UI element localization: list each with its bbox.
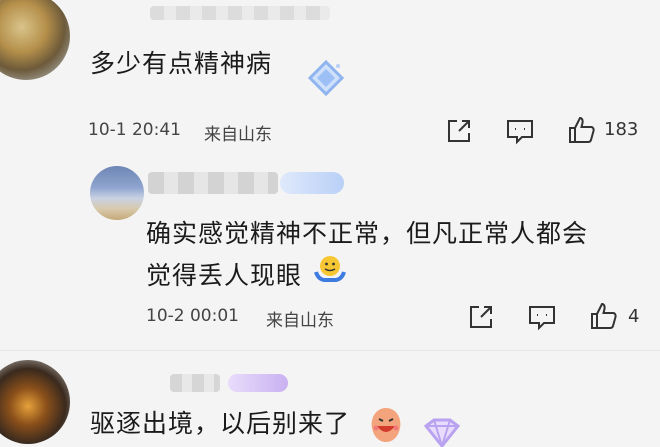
comment-text: 驱逐出境，以后别来了 — [90, 409, 351, 438]
avatar[interactable] — [0, 0, 70, 80]
username-blurred[interactable] — [150, 6, 330, 20]
username-blurred[interactable] — [148, 172, 278, 194]
share-icon[interactable] — [466, 302, 496, 332]
location: 来自山东 — [204, 125, 272, 145]
comment-text-line-1: 确实感觉精神不正常，但凡正常人都会 — [146, 219, 589, 248]
comment-text-line-2: 觉得丢人现眼 — [146, 261, 303, 290]
shrug-emoji-icon — [312, 252, 348, 288]
username-blurred[interactable] — [170, 374, 220, 392]
comment-icon[interactable] — [504, 116, 536, 146]
location: 来自山东 — [266, 311, 334, 331]
avatar[interactable] — [0, 360, 70, 444]
like-count: 183 — [604, 119, 639, 140]
level-badge — [280, 172, 344, 194]
diamond-badge-icon — [420, 416, 464, 447]
divider — [0, 350, 660, 351]
thumbs-up-icon[interactable] — [566, 114, 598, 146]
laugh-emoji-icon — [366, 404, 406, 444]
share-icon[interactable] — [444, 116, 474, 146]
comment-icon[interactable] — [526, 302, 558, 332]
like-count: 4 — [628, 306, 640, 327]
thumbs-up-icon[interactable] — [588, 300, 620, 332]
diamond-badge-icon — [306, 58, 346, 98]
timestamp: 10-2 00:01 — [146, 306, 239, 326]
comment-text: 多少有点精神病 — [90, 49, 273, 78]
level-badge — [228, 374, 288, 392]
timestamp: 10-1 20:41 — [88, 120, 181, 140]
avatar[interactable] — [90, 166, 144, 220]
